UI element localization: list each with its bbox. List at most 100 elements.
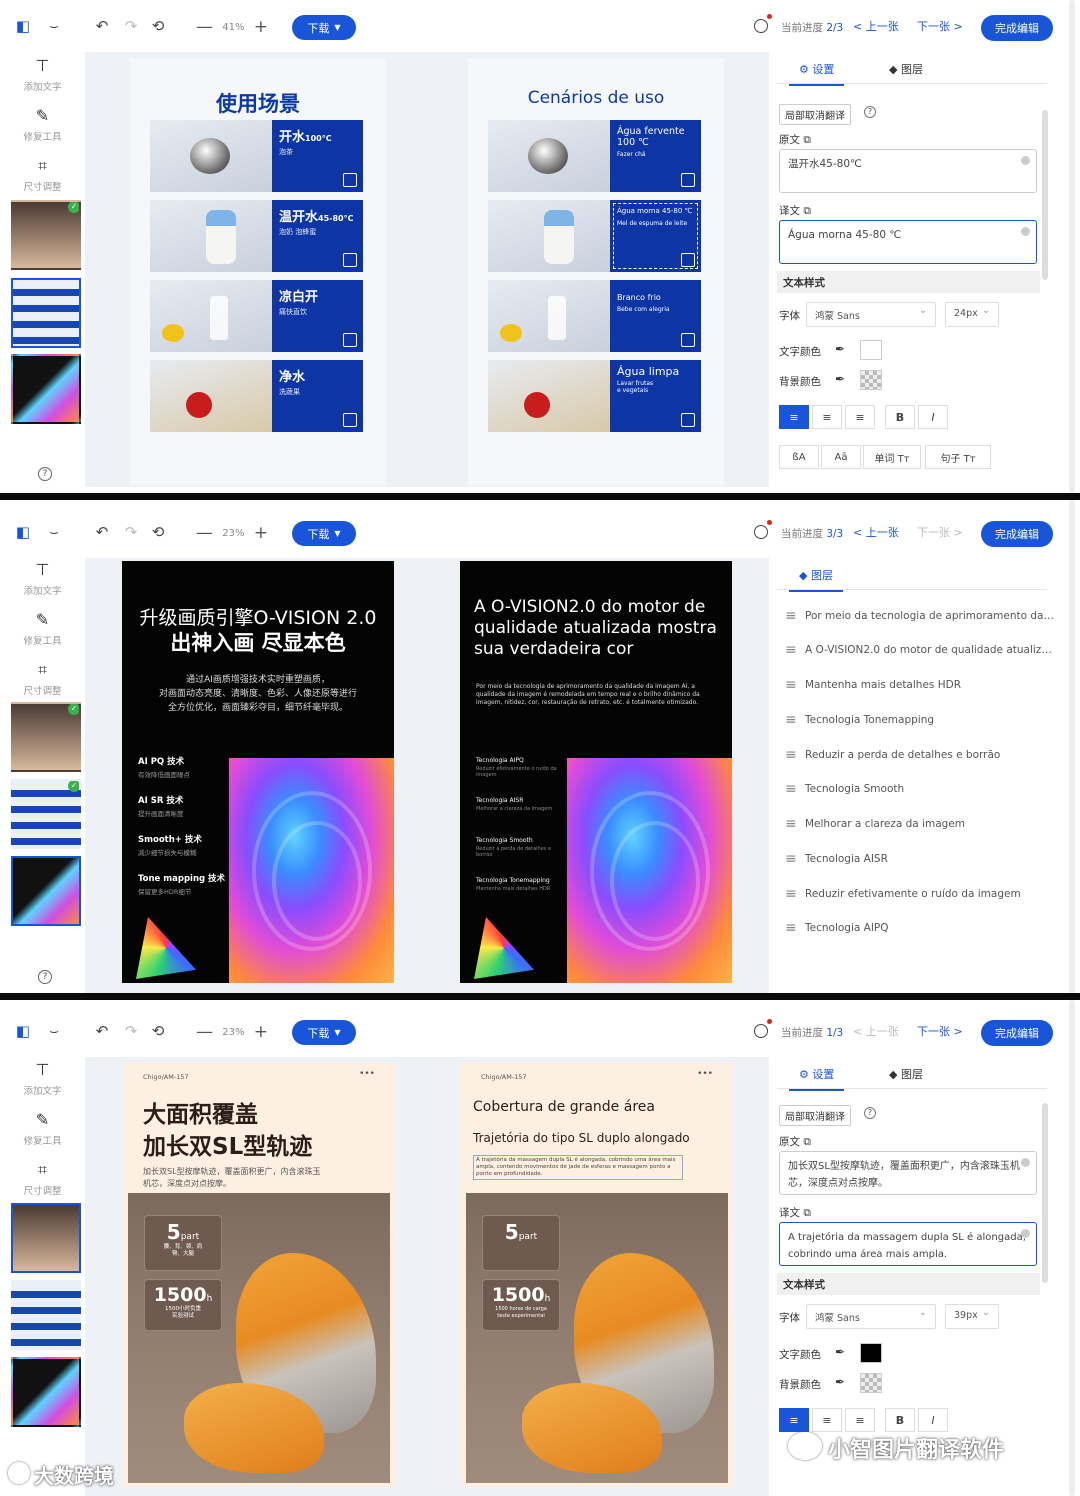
bg-color-swatch[interactable] bbox=[860, 370, 882, 390]
clear-icon[interactable] bbox=[1021, 1229, 1030, 1238]
layer-item[interactable]: Mantenha mais detalhes HDR bbox=[785, 679, 1055, 691]
language-globe-icon[interactable] bbox=[754, 520, 772, 539]
text-color-swatch[interactable] bbox=[860, 1343, 882, 1363]
source-text-field[interactable]: 加长双SL型按摩轨迹，覆盖面积更广，内含滚珠玉机芯，深度点对点按摩。 bbox=[779, 1151, 1037, 1195]
zoom-out-button[interactable]: — bbox=[196, 17, 213, 37]
prev-button[interactable]: < 上一张 bbox=[853, 1023, 899, 1039]
font-size-input[interactable]: 24px bbox=[945, 302, 999, 327]
layer-item[interactable]: Melhorar a clareza da imagem bbox=[785, 818, 1055, 830]
add-text-tool[interactable]: ⊤ 添加文字 bbox=[0, 1060, 85, 1097]
compare-view-icon[interactable]: ◧ bbox=[13, 522, 33, 542]
layer-item[interactable]: Tecnologia Smooth bbox=[785, 783, 1055, 795]
eyedropper-icon[interactable]: ✒ bbox=[835, 342, 845, 356]
clear-icon[interactable] bbox=[1021, 227, 1030, 236]
layer-item[interactable]: Tecnologia AISR bbox=[785, 853, 1055, 865]
tab-layers[interactable]: ◆ 图层 bbox=[889, 61, 923, 77]
thumbnail-2[interactable] bbox=[11, 1280, 81, 1350]
tab-layers[interactable]: ◆ 图层 bbox=[889, 1066, 923, 1082]
more-icon[interactable]: ••• bbox=[697, 1069, 713, 1079]
resize-tool[interactable]: ⌗ 尺寸调整 bbox=[0, 660, 85, 697]
panel-scrollbar[interactable] bbox=[1042, 1103, 1048, 1283]
page-scrollbar[interactable] bbox=[1069, 500, 1075, 993]
thumbnail-1[interactable]: ✓ bbox=[11, 702, 81, 772]
repair-tool[interactable]: ✎ 修复工具 bbox=[0, 610, 85, 647]
add-text-tool[interactable]: ⊤ 添加文字 bbox=[0, 560, 85, 597]
align-left-button[interactable]: ≡ bbox=[779, 1408, 809, 1432]
thumbnail-2[interactable] bbox=[11, 278, 81, 348]
thumbnail-1[interactable]: ✓ bbox=[11, 200, 81, 270]
undo-icon[interactable]: ↶ bbox=[92, 522, 112, 542]
help-icon[interactable]: ? bbox=[38, 970, 52, 984]
thumbnail-3[interactable] bbox=[11, 354, 81, 424]
finish-edit-button[interactable]: 完成编辑 bbox=[981, 1020, 1053, 1046]
tab-layers[interactable]: ◆ 图层 bbox=[789, 567, 843, 592]
eyedropper-icon[interactable]: ✒ bbox=[835, 372, 845, 386]
font-select[interactable]: 鸿蒙 Sans bbox=[806, 1304, 936, 1329]
reset-icon[interactable]: ⟲ bbox=[148, 16, 168, 36]
hide-eye-icon[interactable]: ⌣ bbox=[44, 1021, 64, 1041]
compare-view-icon[interactable]: ◧ bbox=[13, 1021, 33, 1041]
layer-item[interactable]: Tecnologia Tonemapping bbox=[785, 714, 1055, 726]
case-button-1[interactable]: ßA bbox=[779, 445, 819, 469]
hide-eye-icon[interactable]: ⌣ bbox=[44, 16, 64, 36]
zoom-out-button[interactable]: — bbox=[196, 523, 213, 543]
layer-item[interactable]: A O-VISION2.0 do motor de qualidade atua… bbox=[785, 644, 1055, 656]
align-center-button[interactable]: ≡ bbox=[812, 1408, 842, 1432]
bold-button[interactable]: B bbox=[885, 405, 915, 429]
eyedropper-icon[interactable]: ✒ bbox=[835, 1345, 845, 1359]
target-text-field[interactable]: Água morna 45-80 ℃ bbox=[779, 220, 1037, 264]
download-button[interactable]: 下载 ▼ bbox=[292, 1020, 356, 1045]
align-right-button[interactable]: ≡ bbox=[845, 405, 875, 429]
tab-settings[interactable]: ⚙ 设置 bbox=[788, 61, 845, 86]
finish-edit-button[interactable]: 完成编辑 bbox=[981, 521, 1053, 547]
eyedropper-icon[interactable]: ✒ bbox=[835, 1375, 845, 1389]
reset-icon[interactable]: ⟲ bbox=[148, 1021, 168, 1041]
finish-edit-button[interactable]: 完成编辑 bbox=[981, 15, 1053, 41]
cancel-local-translation-button[interactable]: 局部取消翻译 bbox=[779, 104, 851, 125]
repair-tool[interactable]: ✎ 修复工具 bbox=[0, 106, 85, 143]
more-icon[interactable]: ••• bbox=[359, 1069, 375, 1079]
compare-view-icon[interactable]: ◧ bbox=[13, 16, 33, 36]
zoom-out-button[interactable]: — bbox=[196, 1022, 213, 1042]
repair-tool[interactable]: ✎ 修复工具 bbox=[0, 1110, 85, 1147]
layer-item[interactable]: Tecnologia AIPQ bbox=[785, 922, 1055, 934]
align-center-button[interactable]: ≡ bbox=[812, 405, 842, 429]
align-left-button[interactable]: ≡ bbox=[779, 405, 809, 429]
translated-description[interactable]: A trajetória da massagem dupla SL é alon… bbox=[473, 1155, 683, 1180]
bold-button[interactable]: B bbox=[885, 1408, 915, 1432]
page-scrollbar[interactable] bbox=[1069, 1000, 1075, 1496]
layer-item[interactable]: Reduzir efetivamente o ruído da imagem bbox=[785, 888, 1055, 900]
layer-item[interactable]: Reduzir a perda de detalhes e borrão bbox=[785, 749, 1055, 761]
align-right-button[interactable]: ≡ bbox=[845, 1408, 875, 1432]
zoom-in-button[interactable]: + bbox=[254, 1022, 268, 1042]
sentence-case-button[interactable]: 句子 Tт bbox=[925, 445, 991, 469]
prev-button[interactable]: < 上一张 bbox=[853, 18, 899, 34]
redo-icon[interactable]: ↷ bbox=[121, 1021, 141, 1041]
question-icon[interactable]: ? bbox=[864, 106, 876, 118]
bg-color-swatch[interactable] bbox=[860, 1373, 882, 1393]
zoom-in-button[interactable]: + bbox=[254, 17, 268, 37]
tab-settings[interactable]: ⚙ 设置 bbox=[788, 1066, 845, 1091]
panel-scrollbar[interactable] bbox=[1042, 110, 1048, 280]
cancel-local-translation-button[interactable]: 局部取消翻译 bbox=[779, 1105, 851, 1126]
redo-icon[interactable]: ↷ bbox=[121, 16, 141, 36]
page-scrollbar[interactable] bbox=[1069, 0, 1075, 493]
target-text-field[interactable]: A trajetória da massagem dupla SL é alon… bbox=[779, 1222, 1037, 1266]
thumbnail-2[interactable]: ✓ bbox=[11, 779, 81, 849]
clear-icon[interactable] bbox=[1021, 1158, 1030, 1167]
resize-tool[interactable]: ⌗ 尺寸调整 bbox=[0, 156, 85, 193]
next-button[interactable]: 下一张 > bbox=[917, 18, 963, 34]
case-button-2[interactable]: Aā bbox=[821, 445, 861, 469]
language-globe-icon[interactable] bbox=[754, 1019, 772, 1038]
question-icon[interactable]: ? bbox=[864, 1107, 876, 1119]
italic-button[interactable]: I bbox=[918, 405, 948, 429]
hide-eye-icon[interactable]: ⌣ bbox=[44, 522, 64, 542]
thumbnail-3[interactable] bbox=[11, 856, 81, 926]
reset-icon[interactable]: ⟲ bbox=[148, 522, 168, 542]
resize-tool[interactable]: ⌗ 尺寸调整 bbox=[0, 1160, 85, 1197]
next-button[interactable]: 下一张 > bbox=[917, 524, 963, 540]
undo-icon[interactable]: ↶ bbox=[92, 1021, 112, 1041]
language-globe-icon[interactable] bbox=[754, 14, 772, 33]
text-color-swatch[interactable] bbox=[860, 340, 882, 360]
layer-item[interactable]: Por meio da tecnologia de aprimoramento … bbox=[785, 610, 1055, 622]
